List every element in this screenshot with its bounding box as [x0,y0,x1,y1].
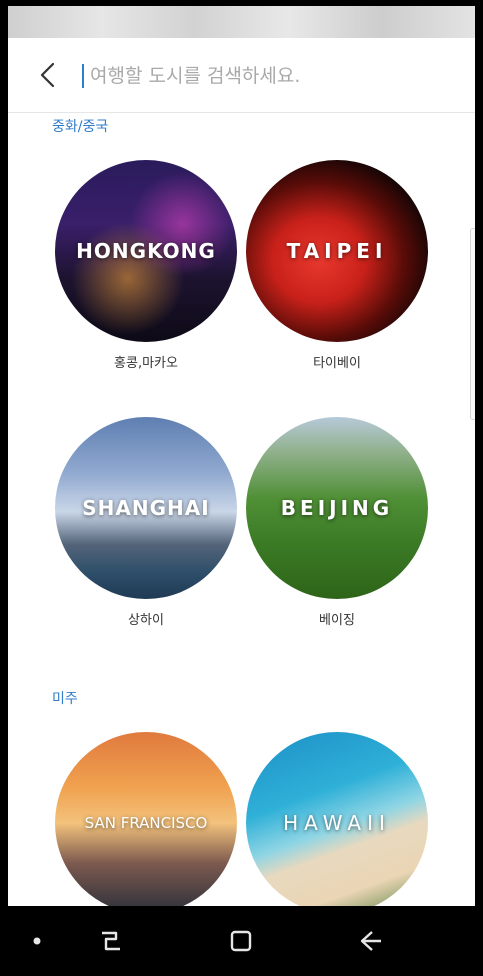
navigation-dot-icon [33,937,41,945]
city-image-hongkong: HONGKONG [55,160,237,342]
nav-back-button[interactable] [354,924,388,958]
city-name: 홍콩,마카오 [114,356,178,371]
city-label: HONGKONG [76,239,216,263]
city-name: 상하이 [128,613,164,628]
city-name: 베이징 [319,613,355,628]
city-card-beijing[interactable]: BEIJING 베이징 [246,417,428,628]
search-header [8,38,475,113]
nav-back-icon [360,931,381,951]
city-image-taipei: TAIPEI [246,160,428,342]
city-card-shanghai[interactable]: SHANGHAI 상하이 [55,417,237,628]
system-navigation-bar [0,906,483,976]
city-label: SAN FRANCISCO [84,814,208,832]
city-search-input[interactable] [88,58,452,94]
city-image-shanghai: SHANGHAI [55,417,237,599]
city-image-beijing: BEIJING [246,417,428,599]
section-title-americas: 미주 [52,691,78,707]
city-card-taipei[interactable]: TAIPEI 타이베이 [246,160,428,371]
home-icon [230,930,252,952]
recent-apps-button[interactable] [94,924,128,958]
city-image-sanfrancisco: SAN FRANCISCO [55,732,237,906]
city-label: SHANGHAI [82,496,210,520]
navigation-dot-button[interactable] [20,924,54,958]
home-button[interactable] [224,924,258,958]
section-title-china: 중화/중국 [52,119,109,135]
city-card-hongkong[interactable]: HONGKONG 홍콩,마카오 [55,160,237,371]
city-label: HAWAII [283,811,391,835]
app-screen: 중화/중국 HONGKONG 홍콩,마카오 TAIPEI 타이베이 SHANGH… [8,38,475,906]
city-card-hawaii[interactable]: HAWAII [246,732,428,906]
back-arrow-icon [40,62,55,88]
city-card-sanfrancisco[interactable]: SAN FRANCISCO [55,732,237,906]
back-button[interactable] [30,58,64,92]
status-bar [8,6,475,38]
city-image-hawaii: HAWAII [246,732,428,906]
city-label: TAIPEI [286,239,388,263]
text-cursor [82,64,84,88]
recent-apps-icon [102,931,120,951]
city-label: BEIJING [280,496,394,520]
city-name: 타이베이 [313,356,361,371]
scroll-indicator[interactable] [470,228,475,420]
